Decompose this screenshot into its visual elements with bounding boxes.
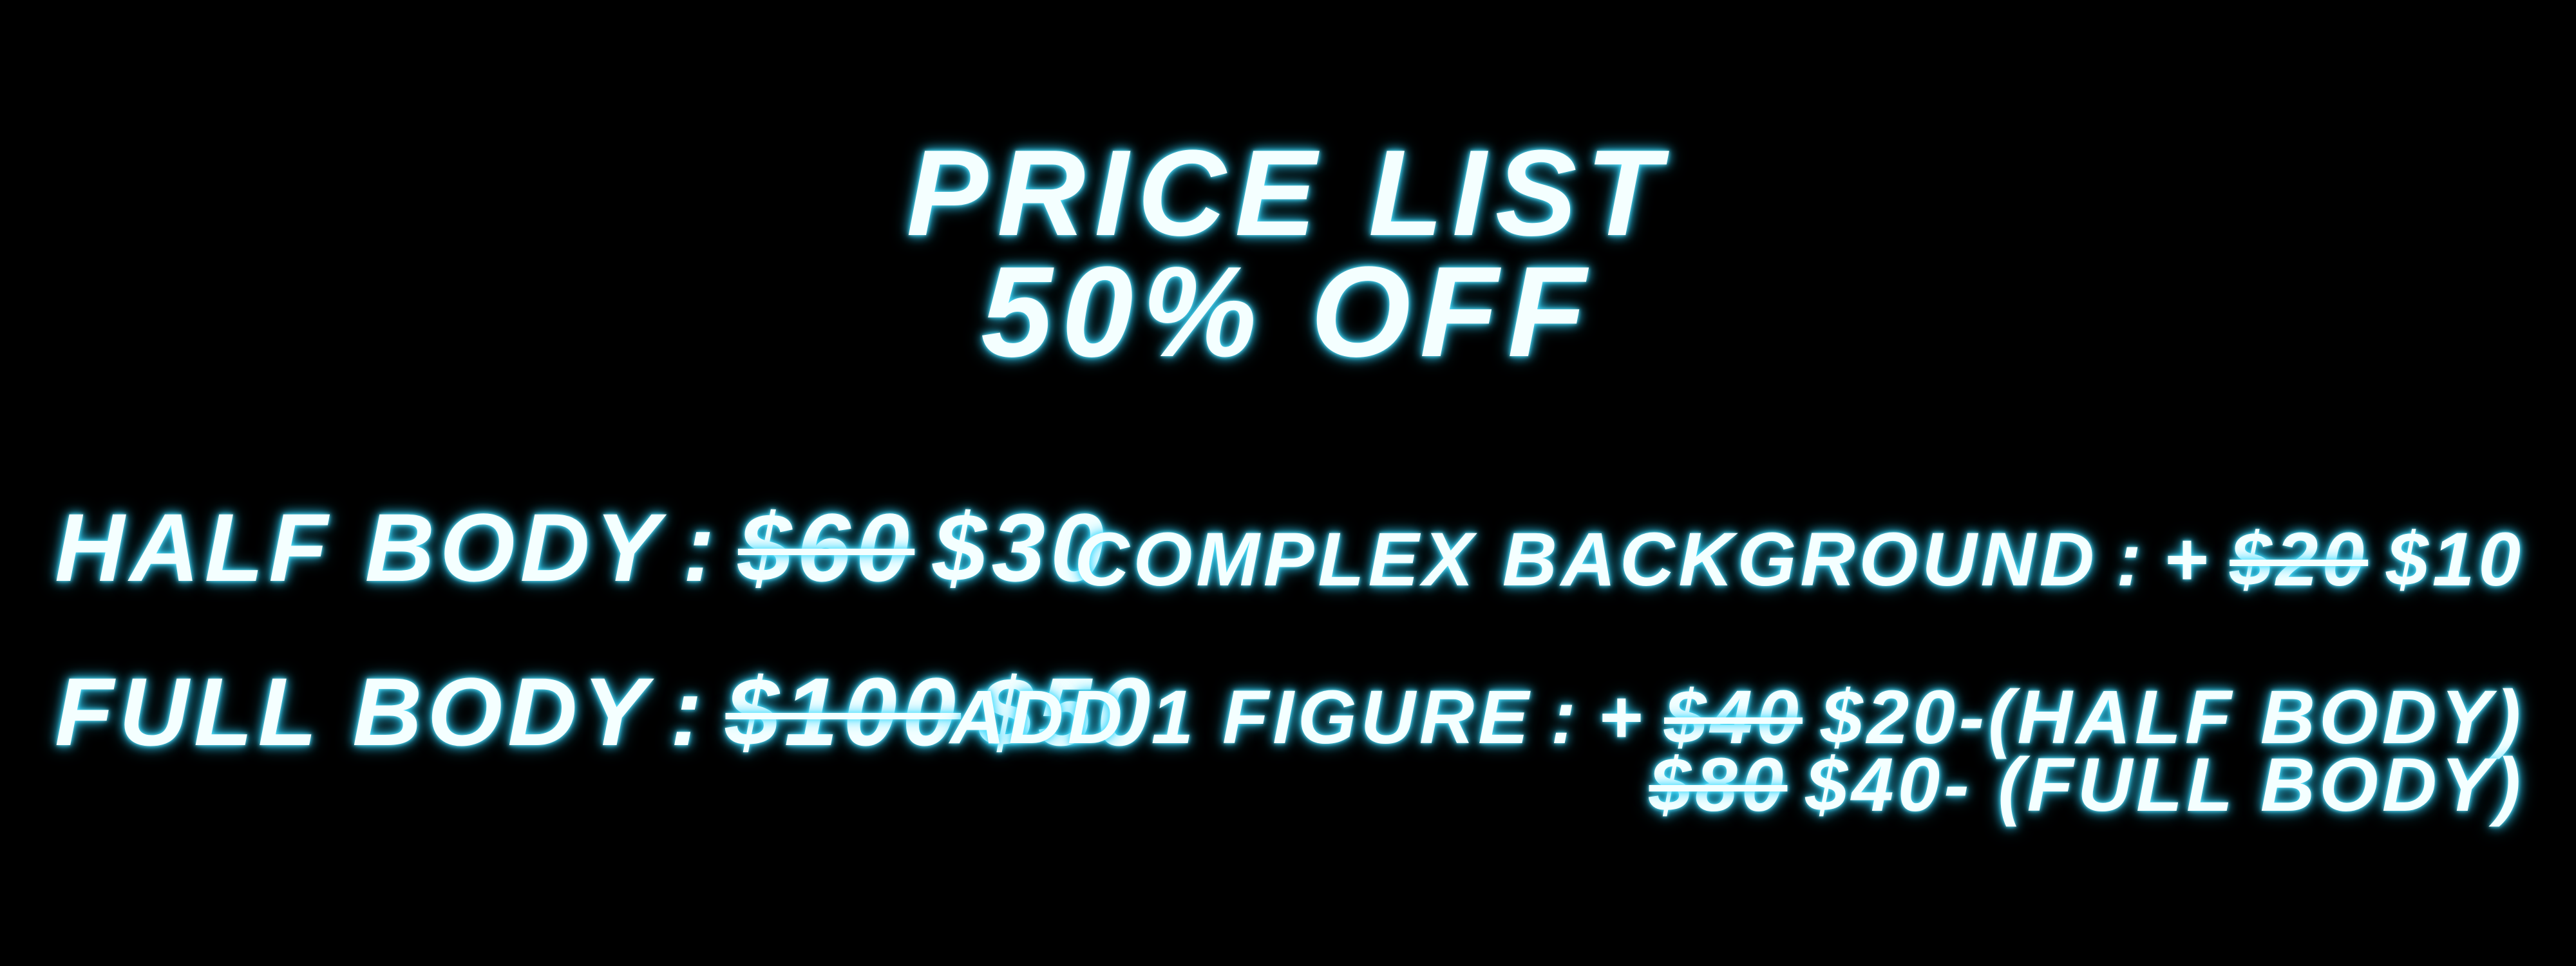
item-label: FULL BODY <box>55 658 652 766</box>
item-label: ADD 1 FIGURE <box>950 675 1533 760</box>
item-label: COMPLEX BACKGROUND <box>1074 517 2098 602</box>
plus-prefix: + <box>1598 675 1647 760</box>
new-price: $10 <box>2386 517 2524 602</box>
item-separator: : <box>670 658 708 766</box>
page-title: PRICE LIST <box>906 125 1670 261</box>
item-label: HALF BODY <box>55 493 665 601</box>
old-price: $80 <box>1649 743 1788 828</box>
item-separator: : <box>682 493 720 601</box>
old-price: $60 <box>737 493 915 601</box>
new-price: $40- (FULL BODY) <box>1805 743 2524 828</box>
old-price: $100 <box>725 658 961 766</box>
price-row-add-figure-full-body: $80 $40- (FULL BODY) <box>1649 747 2524 823</box>
discount-subtitle: 50% OFF <box>981 240 1595 384</box>
plus-prefix: + <box>2163 517 2212 602</box>
old-price: $20 <box>2230 517 2369 602</box>
price-row-complex-background: COMPLEX BACKGROUND: + $20 $10 <box>1074 522 2524 598</box>
item-separator: : <box>1550 675 1580 760</box>
price-row-half-body: HALF BODY: $60 $30 <box>55 499 1109 596</box>
item-separator: : <box>2116 517 2146 602</box>
